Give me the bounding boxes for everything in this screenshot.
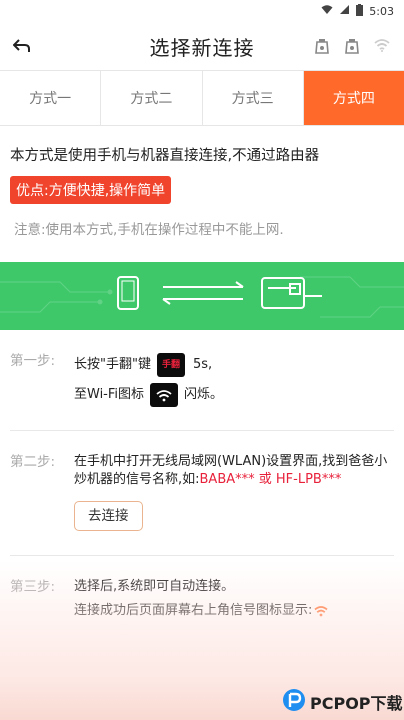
cell-signal-icon (339, 4, 350, 18)
phone-icon (117, 276, 139, 310)
device-status-icon (314, 38, 330, 54)
battery-icon (356, 3, 364, 19)
device-status-icon (344, 38, 360, 54)
step-1-blink-text: 闪烁。 (184, 387, 224, 402)
app-bar: 选择新连接 (0, 22, 404, 70)
bidirectional-arrow-icon (162, 281, 244, 305)
tab-method-1[interactable]: 方式一 (0, 71, 102, 125)
step-2-label: 第二步: (10, 454, 56, 470)
back-arrow-icon[interactable] (8, 32, 36, 60)
wifi-status-icon (321, 4, 333, 18)
method-description: 本方式是使用手机与机器直接连接,不通过路由器 (10, 148, 320, 164)
status-time: 5:03 (369, 4, 394, 18)
go-connect-button[interactable]: 去连接 (74, 501, 143, 531)
signal-name-highlight: BABA*** 或 HF-LPB*** (199, 472, 342, 487)
step-3-line-1: 选择后,系统即可自动连接。 (74, 579, 235, 594)
step-2-instruction: 在手机中打开无线局域网(WLAN)设置界面,找到爸爸小炒机器的信号名称,如:BA… (74, 454, 388, 487)
watermark: PCPOP下载 (282, 688, 403, 716)
step-1-wifi-text: 至Wi-Fi图标 (74, 387, 145, 402)
wifi-signal-icon (374, 38, 390, 54)
notice-text: 注意:使用本方式,手机在操作过程中不能上网. (14, 222, 284, 238)
flip-key-text: 手翻 (161, 360, 180, 370)
app-bar-status-icons (314, 38, 390, 54)
step-2-body: 在手机中打开无线局域网(WLAN)设置界面,找到爸爸小炒机器的信号名称,如:BA… (74, 453, 394, 531)
tab-method-3[interactable]: 方式三 (203, 71, 304, 125)
machine-icon (261, 277, 322, 309)
tab-method-4[interactable]: 方式四 (303, 71, 404, 125)
step-1-body: 长按"手翻"键 手翻 5s, 至Wi-Fi图标 闪烁。 (74, 352, 394, 408)
watermark-text: PCPOP下载 (310, 694, 403, 713)
connection-banner (0, 262, 404, 330)
intro-section: 本方式是使用手机与机器直接连接,不通过路由器 优点:方便快捷,操作简单 注意:使… (0, 126, 404, 238)
step-3: 第三步: 选择后,系统即可自动连接。 连接成功后页面屏幕右上角信号图标显示: (0, 578, 404, 620)
method-tabs: 方式一 方式二 方式三 方式四 (0, 70, 404, 126)
step-3-label: 第三步: (10, 579, 56, 595)
step-1: 第一步: 长按"手翻"键 手翻 5s, 至Wi-Fi图标 闪烁。 (0, 352, 404, 408)
wifi-icon (150, 383, 179, 407)
step-1-label: 第一步: (10, 353, 56, 369)
step-2: 第二步: 在手机中打开无线局域网(WLAN)设置界面,找到爸爸小炒机器的信号名称… (0, 453, 404, 531)
connected-signal-icon (314, 605, 328, 617)
flip-key-icon: 手翻 (156, 353, 185, 377)
advantage-badge: 优点:方便快捷,操作简单 (10, 176, 172, 204)
step-1-duration: 5s, (192, 357, 213, 372)
status-bar: 5:03 (0, 0, 404, 22)
step-3-body: 选择后,系统即可自动连接。 连接成功后页面屏幕右上角信号图标显示: (74, 578, 394, 620)
step-1-instruction: 长按"手翻"键 (74, 357, 151, 372)
pcpop-logo-icon (282, 688, 306, 716)
step-3-line-2: 连接成功后页面屏幕右上角信号图标显示: (74, 603, 313, 618)
tab-method-2[interactable]: 方式二 (101, 71, 203, 125)
